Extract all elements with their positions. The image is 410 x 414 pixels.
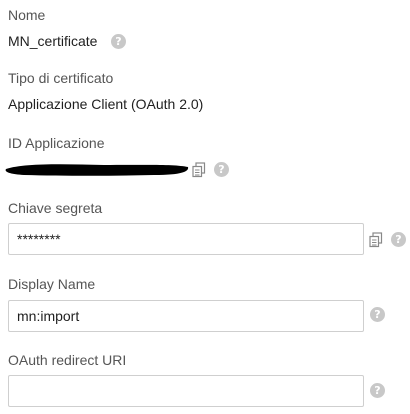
oauth-redirect-uri-help-icon[interactable]: ? (370, 383, 385, 398)
display-name-input[interactable]: mn:import (8, 300, 364, 332)
chiave-segreta-help-icon[interactable]: ? (391, 232, 406, 247)
nome-help-icon[interactable]: ? (111, 34, 126, 49)
id-applicazione-help-icon[interactable]: ? (214, 162, 229, 177)
chiave-segreta-label: Chiave segreta (8, 200, 103, 216)
id-applicazione-redacted-value (4, 160, 190, 178)
nome-value: MN_certificate (8, 33, 98, 49)
oauth-redirect-uri-label: OAuth redirect URI (8, 352, 127, 368)
id-applicazione-label: ID Applicazione (8, 135, 105, 151)
nome-label: Nome (8, 7, 46, 23)
copy-chiave-segreta-icon[interactable] (369, 232, 383, 248)
display-name-label: Display Name (8, 276, 96, 292)
copy-id-applicazione-icon[interactable] (192, 162, 206, 178)
tipo-certificato-value: Applicazione Client (OAuth 2.0) (8, 96, 204, 112)
oauth-redirect-uri-input[interactable] (8, 375, 364, 407)
display-name-help-icon[interactable]: ? (370, 307, 385, 322)
chiave-segreta-input[interactable]: ******** (8, 223, 364, 255)
tipo-certificato-label: Tipo di certificato (8, 70, 114, 86)
